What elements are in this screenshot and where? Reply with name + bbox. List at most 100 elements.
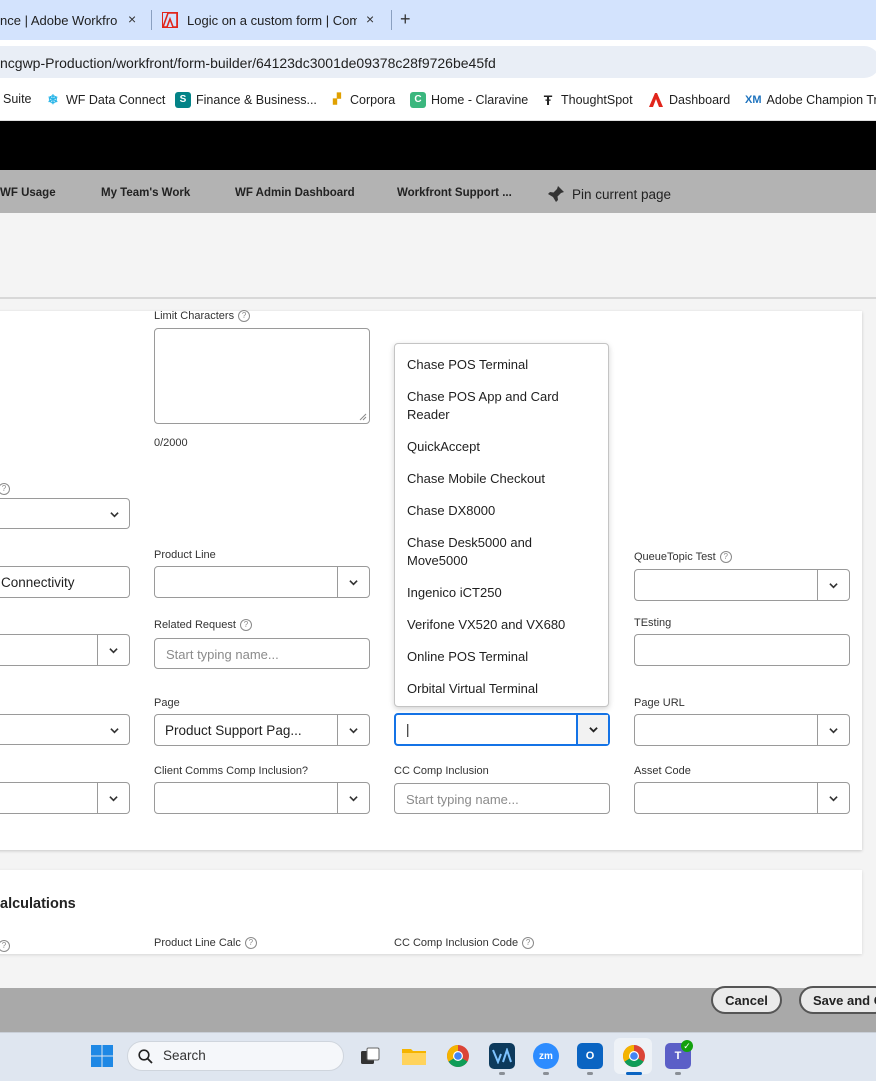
url-text[interactable]: ncgwp-Production/workfront/form-builder/… (0, 55, 496, 71)
field-label: Product Line (154, 549, 216, 561)
claravine-icon: C (410, 92, 426, 108)
dropdown-option[interactable]: Chase POS App and Card Reader (407, 388, 597, 424)
chevron-down-icon (829, 726, 838, 735)
bookmark-label: Home - Claravine (431, 93, 528, 107)
help-icon[interactable]: ? (245, 937, 257, 949)
save-button[interactable]: Save and C (799, 986, 876, 1014)
dropdown-button[interactable] (97, 635, 129, 665)
chrome-icon[interactable] (621, 1043, 647, 1069)
help-icon[interactable]: ? (240, 619, 252, 631)
dropdown-button[interactable] (817, 715, 849, 745)
nav-link-workfront-support[interactable]: Workfront Support ... (397, 187, 512, 199)
bookmark-item[interactable]: ▞ Corpora (329, 92, 395, 108)
partial-select-field[interactable] (0, 782, 130, 814)
product-line-select[interactable] (154, 566, 370, 598)
bookmark-label: Finance & Business... (196, 93, 317, 107)
chevron-down-icon (349, 726, 358, 735)
dropdown-option[interactable]: Online POS Terminal (407, 648, 597, 666)
bookmark-item[interactable]: Ŧ ThoughtSpot (540, 92, 633, 108)
dropdown-option[interactable]: Chase Desk5000 and Move5000 (407, 534, 557, 570)
bookmark-item[interactable]: Suite (3, 92, 32, 106)
running-indicator (587, 1072, 593, 1075)
task-view-icon[interactable] (357, 1043, 383, 1069)
close-icon[interactable]: × (366, 11, 374, 27)
resize-handle-icon[interactable] (359, 413, 367, 421)
field-label: TEsting (634, 617, 671, 629)
bookmark-item[interactable]: C Home - Claravine (410, 92, 528, 108)
tab-title: nce | Adobe Workfron (0, 13, 118, 28)
dropdown-option[interactable]: Verifone VX520 and VX680 (407, 616, 597, 634)
dropdown-option[interactable]: Orbital Virtual Terminal (407, 680, 597, 698)
field-label: Limit Characters? (154, 310, 250, 322)
asset-code-select[interactable] (634, 782, 850, 814)
dropdown-button[interactable] (576, 715, 608, 744)
nav-link-wf-usage[interactable]: WF Usage (0, 187, 56, 199)
placeholder-text: Start typing name... (406, 792, 519, 807)
queue-topic-test-select[interactable] (634, 569, 850, 601)
corpora-icon: ▞ (329, 92, 345, 108)
dropdown-option[interactable]: QuickAccept (407, 438, 597, 456)
running-indicator (543, 1072, 549, 1075)
browser-tab[interactable]: Logic on a custom form | Comm × (162, 0, 387, 40)
dropdown-menu: Chase POS Terminal Chase POS App and Car… (394, 343, 609, 707)
bookmark-label: Suite (3, 92, 32, 106)
cancel-button[interactable]: Cancel (711, 986, 782, 1014)
dropdown-button[interactable] (817, 783, 849, 813)
field-value: Connectivity (1, 575, 75, 590)
help-icon[interactable]: ? (522, 937, 534, 949)
related-request-input[interactable]: Start typing name... (154, 638, 370, 669)
connectivity-field[interactable]: Connectivity (0, 566, 130, 598)
client-comms-select[interactable] (154, 782, 370, 814)
dropdown-button[interactable] (97, 783, 129, 813)
page-select[interactable]: Product Support Pag... (154, 714, 370, 746)
limit-characters-textarea[interactable] (154, 328, 370, 424)
dropdown-option[interactable]: Chase POS Terminal (407, 356, 597, 374)
field-label: Page URL (634, 697, 685, 709)
help-icon[interactable]: ? (0, 480, 10, 498)
partial-select-field[interactable] (0, 714, 130, 745)
field-label: CC Comp Inclusion (394, 765, 489, 777)
bookmark-item[interactable]: ❄ WF Data Connect (45, 92, 165, 108)
bookmark-label: Adobe Champion Tr (767, 93, 876, 107)
help-icon[interactable]: ? (238, 310, 250, 322)
nav-link-wf-admin-dashboard[interactable]: WF Admin Dashboard (235, 187, 355, 199)
help-icon[interactable]: ? (0, 937, 10, 955)
close-icon[interactable]: × (128, 11, 136, 27)
page-url-select[interactable] (634, 714, 850, 746)
dropdown-button[interactable] (337, 567, 369, 597)
new-tab-button[interactable]: + (400, 9, 411, 30)
partial-select-field[interactable] (0, 498, 130, 529)
windows-start-icon[interactable] (90, 1044, 114, 1068)
chevron-down-icon (109, 794, 118, 803)
placeholder-text: Start typing name... (166, 647, 279, 662)
active-indicator (626, 1072, 642, 1075)
chevron-down-icon (109, 646, 118, 655)
bookmark-item[interactable]: S Finance & Business... (175, 92, 317, 108)
nav-link-my-teams-work[interactable]: My Team's Work (101, 187, 190, 199)
testing-input[interactable] (634, 634, 850, 666)
dropdown-button[interactable] (337, 783, 369, 813)
dropdown-option[interactable]: Chase DX8000 (407, 502, 597, 520)
chevron-down-icon (349, 578, 358, 587)
zoom-icon[interactable]: zm (533, 1043, 559, 1069)
chevron-down-icon (589, 725, 598, 734)
dropdown-button[interactable] (817, 570, 849, 600)
dropdown-button[interactable] (337, 715, 369, 745)
chrome-icon[interactable] (445, 1043, 471, 1069)
help-icon[interactable]: ? (720, 551, 732, 563)
partial-select-field[interactable] (0, 634, 130, 666)
field-label: Related Request? (154, 619, 252, 631)
dropdown-option[interactable]: Ingenico iCT250 (407, 584, 597, 602)
taskbar-search[interactable]: Search (127, 1041, 344, 1071)
file-explorer-icon[interactable] (401, 1043, 427, 1069)
product-select-active[interactable]: | (394, 713, 610, 746)
pin-current-page-button[interactable]: Pin current page (547, 185, 671, 203)
cc-comp-inclusion-input[interactable]: Start typing name... (394, 783, 610, 814)
outlook-icon[interactable]: O (577, 1043, 603, 1069)
browser-tab[interactable]: nce | Adobe Workfron × (0, 0, 150, 40)
bookmark-item[interactable]: XM Adobe Champion Tr (745, 92, 876, 108)
dropdown-option[interactable]: Chase Mobile Checkout (407, 470, 597, 488)
bookmark-item[interactable]: Dashboard (648, 92, 730, 108)
app-icon[interactable] (489, 1043, 515, 1069)
field-value: Product Support Pag... (165, 723, 302, 738)
